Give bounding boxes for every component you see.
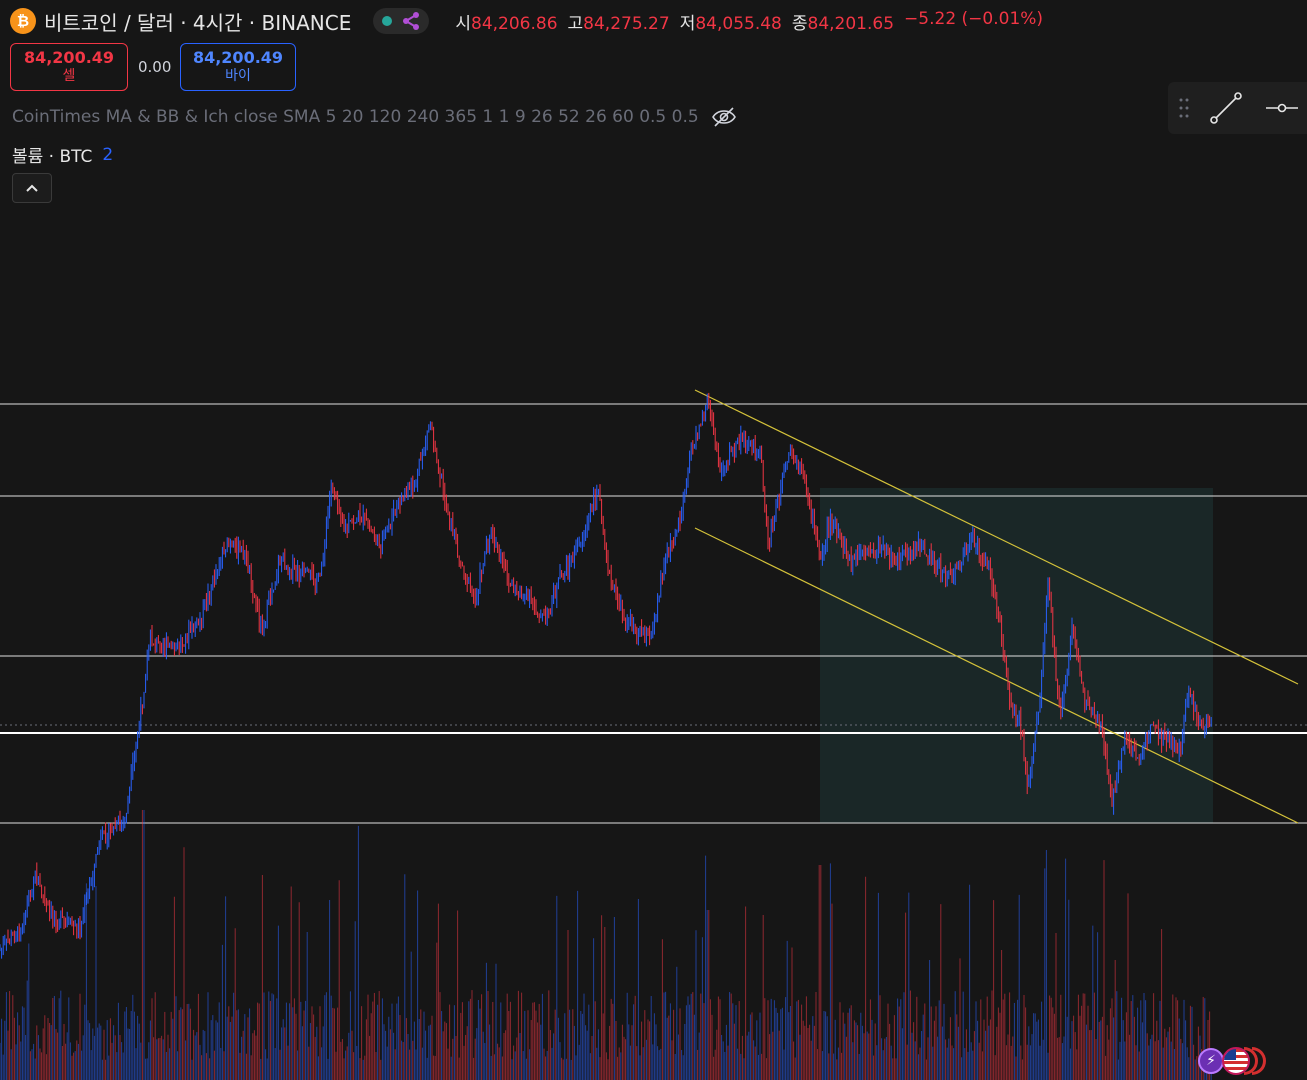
low-label: 저 [679,13,696,34]
open-label: 시 [455,13,471,34]
chevron-up-icon [26,184,38,192]
share-icon [402,12,419,30]
horizontal-ray-icon [1266,103,1298,113]
sell-label: 셀 [62,68,76,84]
volume-count: 2 [102,144,114,165]
ohlc-values: 시84,206.86 고84,275.27 저84,055.48 종84,201… [455,9,1043,34]
bottom-right-icons: ⚡ [1198,1046,1266,1076]
drag-handle-icon[interactable] [1178,96,1190,120]
price-chart[interactable] [0,0,1307,1080]
volume-legend[interactable]: 볼륨 · BTC 2 [12,142,114,168]
status-pill[interactable] [373,8,430,34]
bitcoin-icon[interactable]: ₿ [10,8,36,34]
volume-label: 볼륨 · BTC [12,147,93,167]
symbol-header: ₿ 비트코인 / 달러 · 4시간 · BINANCE 시84,206.86 고… [10,6,1043,36]
indicator-legend[interactable]: CoinTimes MA & BB & Ich close SMA 5 20 1… [12,106,737,128]
green-dot-icon [381,16,392,26]
volume-layer [0,810,1212,1080]
open-value: 84,206.86 [471,13,558,34]
close-label: 종 [791,13,808,34]
symbol-title[interactable]: 비트코인 / 달러 · 4시간 · BINANCE [44,7,351,36]
trend-line-icon [1210,92,1242,124]
horizontal-ray-tool[interactable] [1262,88,1302,128]
spread-value: 0.00 [138,58,172,76]
close-value: 84,201.65 [807,13,895,34]
buy-button[interactable]: 84,200.49 바이 [180,43,296,91]
buy-price: 84,200.49 [192,48,284,67]
eye-slash-icon[interactable] [711,106,737,128]
collapse-button[interactable] [12,173,52,203]
flash-icon[interactable]: ⚡ [1198,1048,1224,1074]
us-flag-icon[interactable] [1222,1047,1250,1075]
change-value: −5.22 (−0.01%) [904,8,1044,29]
buy-label: 바이 [225,68,251,84]
low-value: 84,055.48 [695,13,782,34]
indicator-text: CoinTimes MA & BB & Ich close SMA 5 20 1… [12,107,699,127]
trend-line-tool[interactable] [1206,88,1246,128]
sell-price: 84,200.49 [23,48,115,67]
sell-button[interactable]: 84,200.49 셀 [10,43,128,91]
drawing-toolbar [1168,82,1307,134]
high-value: 84,275.27 [583,13,670,34]
high-label: 고 [567,13,584,34]
flag-stack-icon-2 [1252,1047,1266,1075]
